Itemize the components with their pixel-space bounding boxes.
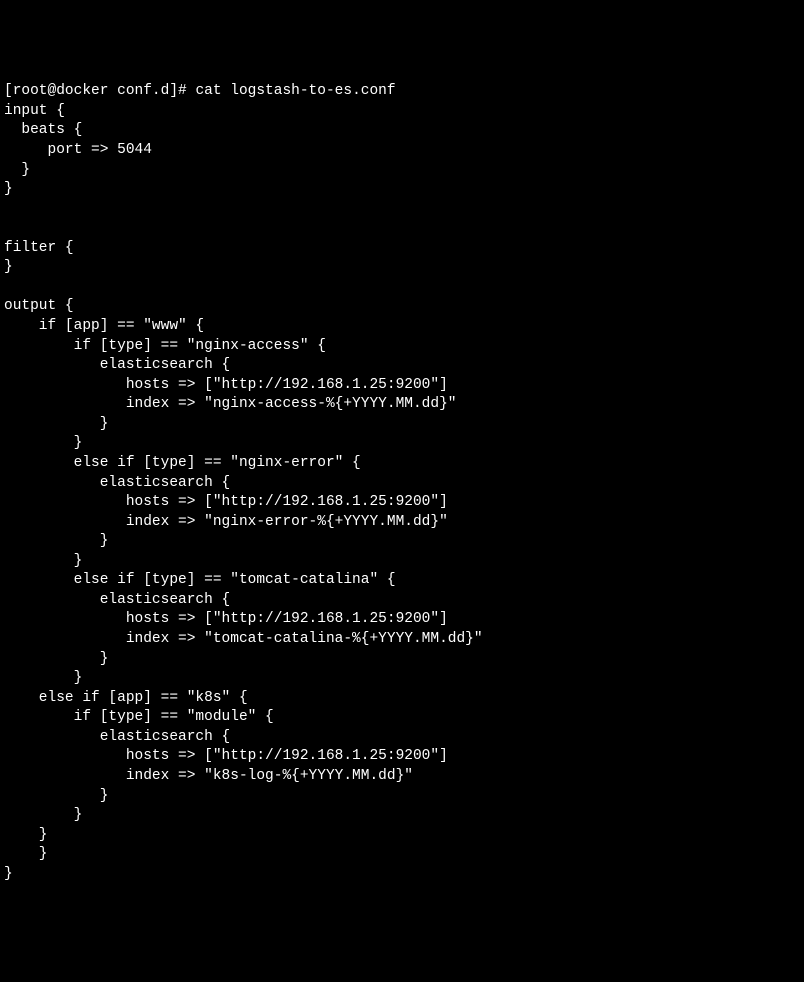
command-text: cat logstash-to-es.conf — [195, 83, 395, 99]
output-line — [4, 200, 800, 220]
output-line: } — [4, 865, 800, 885]
output-line: hosts => ["http://192.168.1.25:9200"] — [4, 610, 800, 630]
output-line: if [type] == "module" { — [4, 708, 800, 728]
output-line: if [app] == "www" { — [4, 317, 800, 337]
output-line: } — [4, 258, 800, 278]
output-line: } — [4, 415, 800, 435]
shell-prompt: [root@docker conf.d]# — [4, 83, 195, 99]
output-line: index => "k8s-log-%{+YYYY.MM.dd}" — [4, 767, 800, 787]
output-line: } — [4, 552, 800, 572]
output-line: } — [4, 845, 800, 865]
output-line: } — [4, 180, 800, 200]
output-line: output { — [4, 297, 800, 317]
output-line: index => "tomcat-catalina-%{+YYYY.MM.dd}… — [4, 630, 800, 650]
output-line: else if [app] == "k8s" { — [4, 689, 800, 709]
output-line: index => "nginx-access-%{+YYYY.MM.dd}" — [4, 395, 800, 415]
output-line: input { — [4, 102, 800, 122]
output-line: } — [4, 669, 800, 689]
prompt-line: [root@docker conf.d]# cat logstash-to-es… — [4, 82, 800, 102]
output-line: } — [4, 434, 800, 454]
terminal-window[interactable]: [root@docker conf.d]# cat logstash-to-es… — [4, 82, 800, 884]
file-output: input { beats { port => 5044 }} filter {… — [4, 102, 800, 885]
output-line: elasticsearch { — [4, 728, 800, 748]
output-line: filter { — [4, 239, 800, 259]
output-line: beats { — [4, 121, 800, 141]
output-line: elasticsearch { — [4, 356, 800, 376]
output-line: else if [type] == "nginx-error" { — [4, 454, 800, 474]
output-line: port => 5044 — [4, 141, 800, 161]
output-line: } — [4, 806, 800, 826]
output-line: hosts => ["http://192.168.1.25:9200"] — [4, 747, 800, 767]
output-line: elasticsearch { — [4, 591, 800, 611]
output-line: index => "nginx-error-%{+YYYY.MM.dd}" — [4, 513, 800, 533]
output-line: } — [4, 826, 800, 846]
output-line: if [type] == "nginx-access" { — [4, 337, 800, 357]
output-line: hosts => ["http://192.168.1.25:9200"] — [4, 376, 800, 396]
output-line: else if [type] == "tomcat-catalina" { — [4, 571, 800, 591]
output-line: } — [4, 161, 800, 181]
output-line: } — [4, 650, 800, 670]
output-line: hosts => ["http://192.168.1.25:9200"] — [4, 493, 800, 513]
output-line: } — [4, 532, 800, 552]
output-line: elasticsearch { — [4, 474, 800, 494]
output-line — [4, 219, 800, 239]
output-line: } — [4, 787, 800, 807]
output-line — [4, 278, 800, 298]
